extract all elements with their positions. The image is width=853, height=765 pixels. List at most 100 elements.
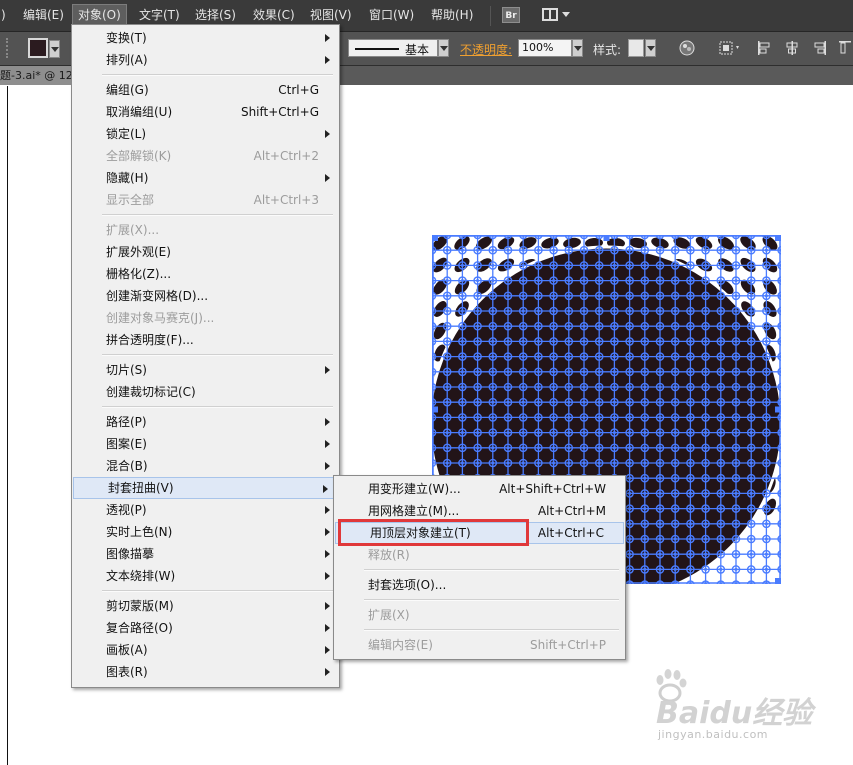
menu-window[interactable]: 窗口(W) (364, 4, 419, 26)
arrange-documents-icon (542, 8, 558, 21)
selection-handle[interactable] (775, 406, 781, 413)
object-menu-item[interactable]: 实时上色(N) (72, 521, 339, 543)
object-menu-item: 创建对象马赛克(J)... (72, 307, 339, 329)
envelope-submenu-item-shortcut: Shift+Ctrl+P (530, 638, 606, 652)
graphic-style-dropdown-arrow[interactable] (645, 39, 656, 57)
align-horizontal-center-icon[interactable] (785, 40, 799, 60)
envelope-submenu-item: 编辑内容(E) Shift+Ctrl+P (334, 634, 625, 656)
object-menu-item-label: 取消编组(U) (106, 105, 173, 119)
menu-edit[interactable]: 编辑(E) (18, 4, 69, 26)
envelope-submenu-item-label: 扩展(X) (368, 608, 410, 622)
object-menu-item[interactable]: 排列(A) (72, 49, 339, 71)
submenu-arrow-icon (325, 572, 330, 580)
object-menu-item[interactable]: 隐藏(H) (72, 167, 339, 189)
envelope-submenu-item[interactable]: 封套选项(O)... (334, 574, 625, 596)
stroke-style-dropdown[interactable]: 基本 (348, 39, 438, 57)
object-menu-item-label: 显示全部 (106, 193, 155, 207)
selection-handle[interactable] (432, 235, 438, 241)
envelope-distort-submenu: 用变形建立(W)... Alt+Shift+Ctrl+W 用网格建立(M)... Al… (333, 475, 626, 660)
fill-dropdown-arrow[interactable] (49, 40, 60, 58)
graphic-style-swatch[interactable] (628, 39, 644, 57)
object-menu-item[interactable]: 路径(P) (72, 411, 339, 433)
menu-separator (102, 406, 333, 408)
opacity-input[interactable]: 100% (518, 39, 572, 57)
opacity-label[interactable]: 不透明度: (460, 41, 512, 58)
menu-select[interactable]: 选择(S) (190, 4, 241, 26)
selection-handle[interactable] (432, 406, 438, 413)
highlight-annotation-box (338, 519, 529, 546)
stroke-style-label: 基本 (405, 43, 430, 57)
selection-handle[interactable] (775, 235, 781, 241)
submenu-arrow-icon (325, 56, 330, 64)
object-menu-item[interactable]: 拼合透明度(F)... (72, 329, 339, 351)
menu-separator (102, 214, 333, 216)
envelope-submenu-item-label: 用变形建立(W)... (368, 482, 461, 496)
arrange-documents-button[interactable] (542, 7, 572, 24)
object-menu-item[interactable]: 编组(G) Ctrl+G (72, 79, 339, 101)
object-menu-item[interactable]: 切片(S) (72, 359, 339, 381)
object-menu-item[interactable]: 创建裁切标记(C) (72, 381, 339, 403)
bridge-icon[interactable]: Br (502, 7, 520, 23)
object-menu-item[interactable]: 锁定(L) (72, 123, 339, 145)
object-menu-item[interactable]: 剪切蒙版(M) (72, 595, 339, 617)
object-menu-item[interactable]: 复合路径(O) (72, 617, 339, 639)
menu-help[interactable]: 帮助(H) (426, 4, 478, 26)
recolor-artwork-icon[interactable] (679, 40, 695, 60)
submenu-arrow-icon (325, 34, 330, 42)
object-menu-item[interactable]: 图案(E) (72, 433, 339, 455)
chevron-down-icon (562, 12, 570, 17)
submenu-arrow-icon (325, 528, 330, 536)
object-menu-item[interactable]: 图像描摹 (72, 543, 339, 565)
object-menu-item[interactable]: 栅格化(Z)... (72, 263, 339, 285)
object-menu-item-label: 透视(P) (106, 503, 147, 517)
object-menu-item[interactable]: 取消编组(U) Shift+Ctrl+G (72, 101, 339, 123)
object-menu-item[interactable]: 画板(A) (72, 639, 339, 661)
object-menu-item[interactable]: 混合(B) (72, 455, 339, 477)
menu-effect[interactable]: 效果(C) (248, 4, 300, 26)
menu-object[interactable]: 对象(O) (72, 4, 127, 26)
object-menu-item[interactable]: 文本绕排(W) (72, 565, 339, 587)
align-to-selection-icon[interactable] (718, 40, 742, 60)
object-menu-item[interactable]: 封套扭曲(V) (73, 477, 338, 499)
baidu-watermark: Baidu经验 jingyan.baidu.com (650, 666, 840, 746)
object-menu-item-label: 创建裁切标记(C) (106, 385, 196, 399)
object-menu-item-label: 变换(T) (106, 31, 147, 45)
object-menu-item: 全部解锁(K) Alt+Ctrl+2 (72, 145, 339, 167)
object-menu-item[interactable]: 创建渐变网格(D)... (72, 285, 339, 307)
object-menu-item-shortcut: Ctrl+G (278, 83, 319, 97)
object-menu-item[interactable]: 透视(P) (72, 499, 339, 521)
object-menu-item-label: 复合路径(O) (106, 621, 173, 635)
envelope-submenu-item[interactable]: 用变形建立(W)... Alt+Shift+Ctrl+W (334, 478, 625, 500)
selection-handle[interactable] (775, 578, 781, 584)
object-menu-item-label: 隐藏(H) (106, 171, 149, 185)
object-menu-item-label: 全部解锁(K) (106, 149, 172, 163)
envelope-submenu-item-shortcut: Alt+Ctrl+C (537, 526, 604, 540)
submenu-arrow-icon (325, 366, 330, 374)
fill-color-swatch[interactable] (28, 38, 48, 58)
submenu-arrow-icon (325, 506, 330, 514)
envelope-submenu-item-label: 释放(R) (368, 548, 410, 562)
menubar-divider (490, 6, 491, 26)
menu-type[interactable]: 文字(T) (134, 4, 185, 26)
submenu-arrow-icon (325, 440, 330, 448)
envelope-submenu-item: 扩展(X) (334, 604, 625, 626)
opacity-dropdown-arrow[interactable] (572, 39, 583, 57)
object-menu-item-label: 实时上色(N) (106, 525, 173, 539)
submenu-arrow-icon (325, 418, 330, 426)
align-top-icon[interactable] (838, 40, 852, 60)
object-menu-item[interactable]: 图表(R) (72, 661, 339, 683)
align-right-icon[interactable] (813, 40, 827, 60)
submenu-arrow-icon (325, 174, 330, 182)
envelope-submenu-item-label: 编辑内容(E) (368, 638, 433, 652)
document-tab[interactable]: 题-3.ai* @ 12 (0, 66, 79, 85)
object-menu-item[interactable]: 变换(T) (72, 27, 339, 49)
menu-file-partial[interactable]: ) (0, 4, 11, 26)
stroke-style-dropdown-arrow[interactable] (438, 39, 449, 57)
object-menu-item[interactable]: 扩展外观(E) (72, 241, 339, 263)
baidu-brand-text: Baidu经验 (656, 696, 813, 731)
menu-view[interactable]: 视图(V) (305, 4, 357, 26)
object-menu-item-label: 封套扭曲(V) (108, 481, 174, 495)
object-menu-item-label: 图表(R) (106, 665, 148, 679)
align-left-icon[interactable] (757, 40, 771, 60)
selection-handle[interactable] (603, 235, 610, 241)
